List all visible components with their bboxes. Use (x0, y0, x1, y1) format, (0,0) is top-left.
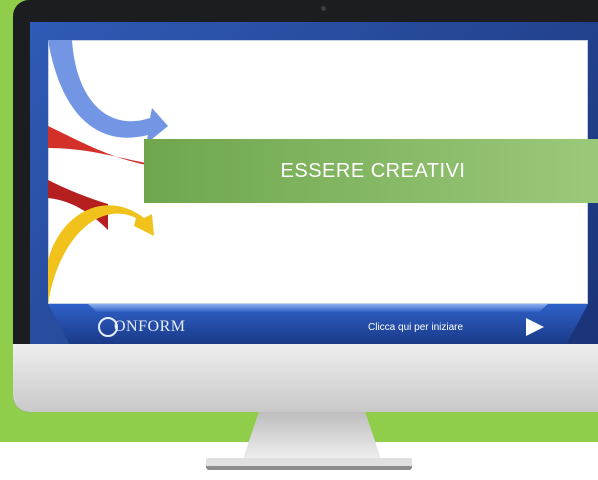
player-bar-highlight (88, 304, 548, 312)
slide-title: ESSERE CREATIVI (280, 159, 466, 182)
monitor-base-edge (206, 466, 412, 470)
camera-dot (321, 6, 326, 11)
start-link[interactable]: Clicca qui per iniziare (368, 322, 463, 333)
course-slide: ESSERE CREATIVI (48, 40, 598, 304)
monitor-screen: ESSERE CREATIVI ONFORM Clicca qui per in… (30, 22, 598, 344)
title-band: ESSERE CREATIVI (144, 139, 598, 203)
logo-text: ONFORM (114, 318, 186, 335)
play-icon[interactable] (526, 318, 544, 336)
monitor-chin (13, 344, 598, 412)
conform-logo: ONFORM (98, 316, 185, 338)
monitor-stand (242, 412, 382, 462)
